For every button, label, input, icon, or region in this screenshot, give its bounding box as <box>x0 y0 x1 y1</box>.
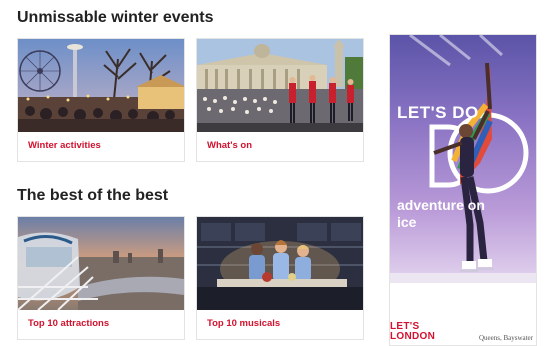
card-label-whats-on: What's on <box>207 140 253 151</box>
card-top-attractions[interactable]: Top 10 attractions <box>17 216 185 340</box>
advert-location-caption: Queens, Bayswater <box>478 334 533 342</box>
advert-subline: adventure on ice <box>397 197 485 230</box>
logo-line-london: LONDON <box>390 331 436 342</box>
advert-lets-do-ice-skating[interactable]: LET'S DO adventure on ice LET'S LONDON Q… <box>389 34 537 346</box>
card-winter-activities[interactable]: Winter activities <box>17 38 185 162</box>
top-musicals-image <box>197 217 363 310</box>
ice-skater-image <box>390 35 536 283</box>
section-heading-best-of-best: The best of the best <box>17 187 169 204</box>
card-whats-on[interactable]: What's on <box>196 38 364 162</box>
card-top-musicals[interactable]: Top 10 musicals <box>196 216 364 340</box>
section-heading-winter-events: Unmissable winter events <box>17 9 214 26</box>
card-label-winter-activities: Winter activities <box>28 140 101 151</box>
advert-headline: LET'S DO <box>397 103 479 122</box>
card-label-top-attractions: Top 10 attractions <box>28 318 110 329</box>
card-label-top-musicals: Top 10 musicals <box>207 318 281 329</box>
lets-london-logo: LET'S LONDON <box>390 322 435 342</box>
whats-on-image <box>197 39 363 132</box>
top-attractions-image <box>18 217 184 310</box>
winter-activities-image <box>18 39 184 132</box>
